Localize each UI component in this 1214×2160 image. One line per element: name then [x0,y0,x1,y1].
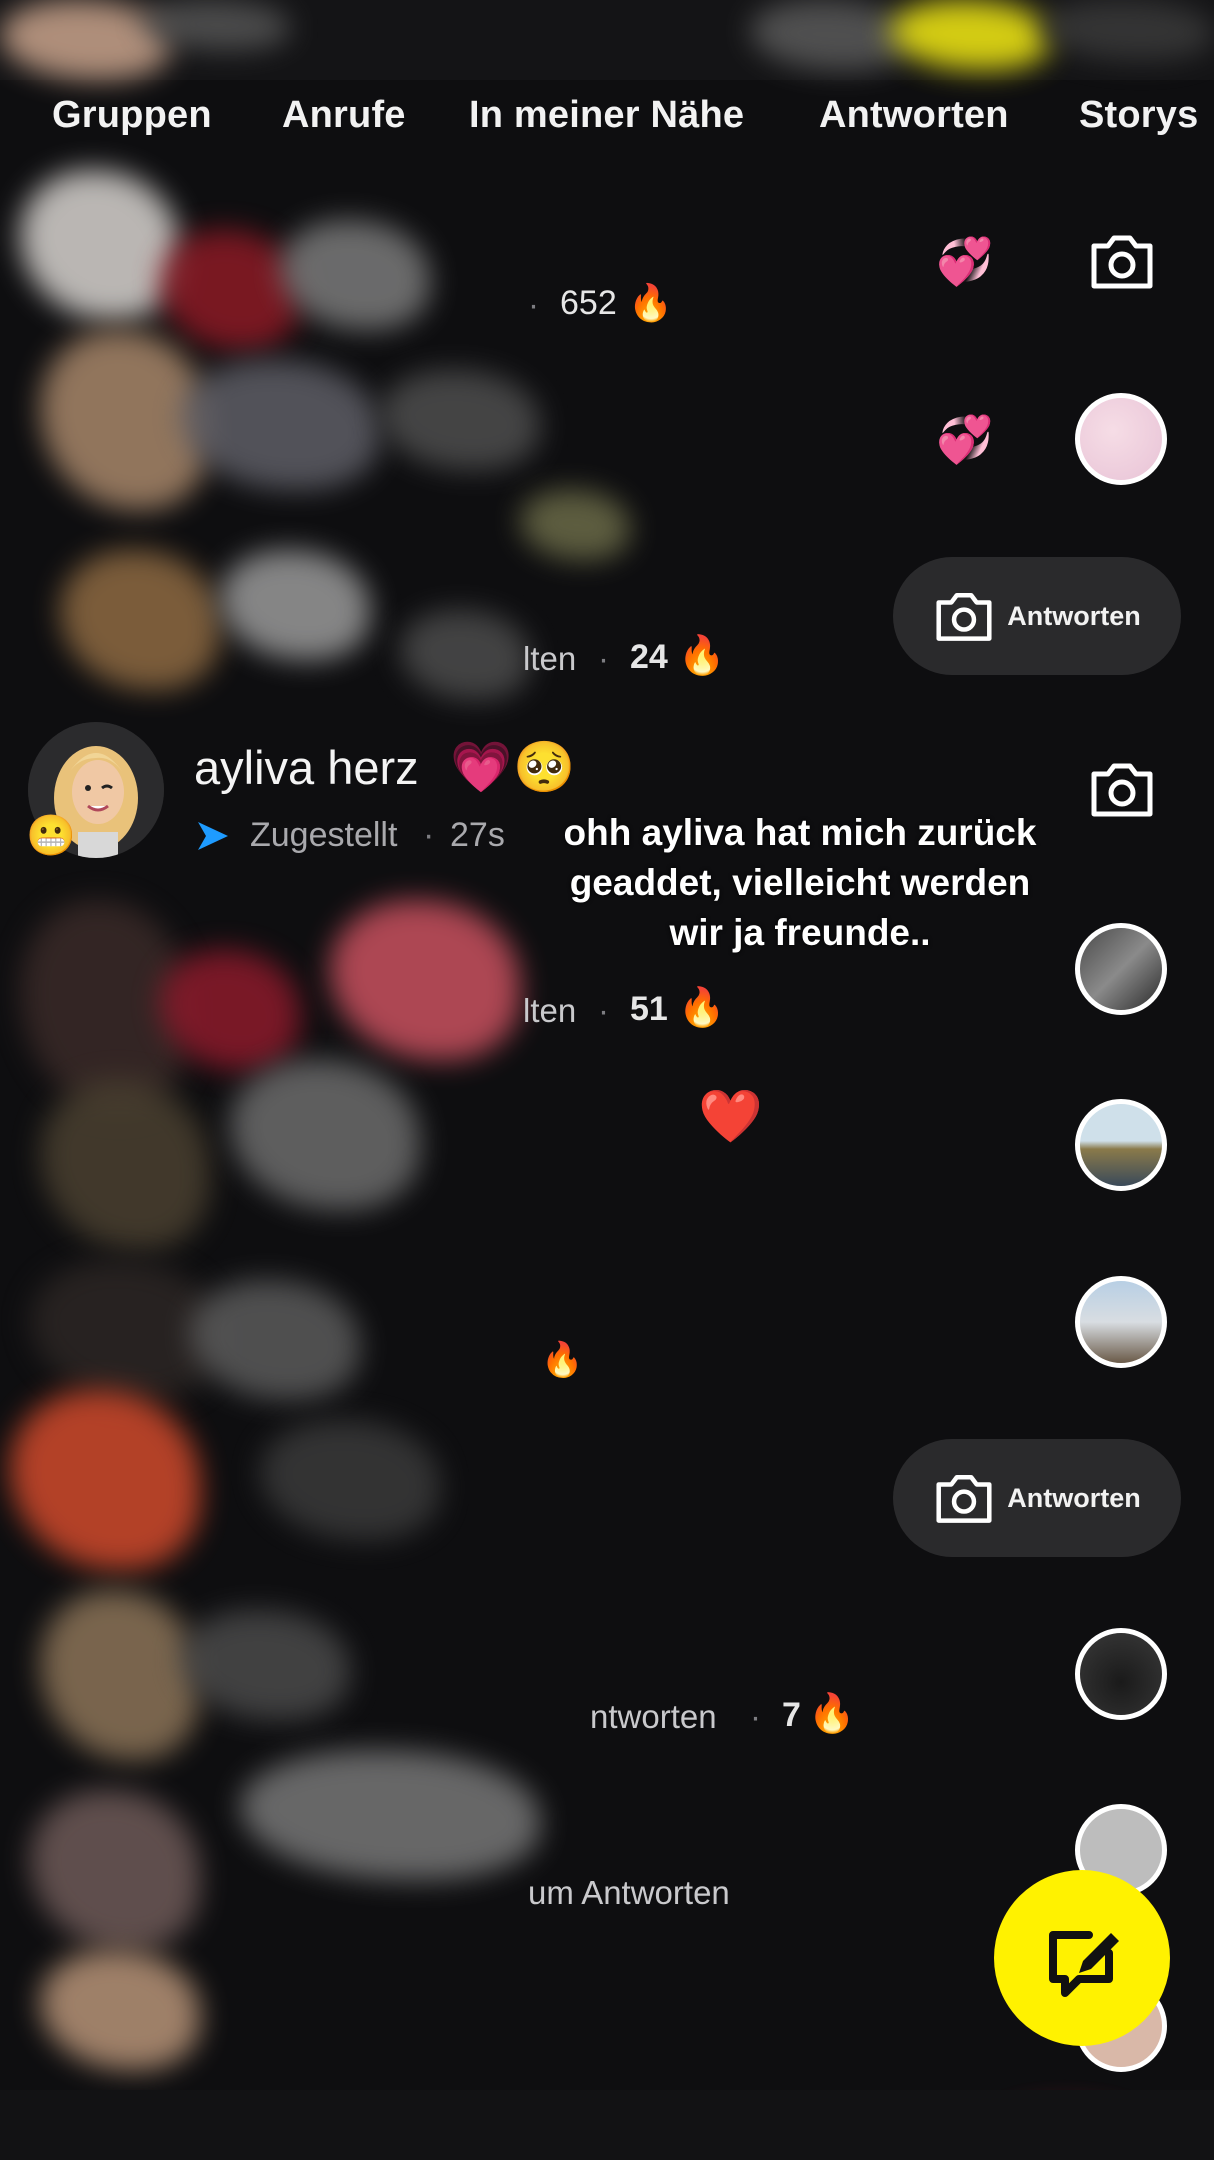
filter-tabs: Gruppen Anrufe In meiner Nähe Antworten … [0,80,1214,152]
fire-icon: 🔥 [678,635,726,677]
red-heart-icon: ❤️ [698,1088,763,1146]
camera-icon[interactable] [1088,758,1156,820]
top-blurred-header [0,0,1214,80]
story-thumbnail[interactable] [1075,1099,1167,1191]
blurred-name [380,370,540,470]
separator-dot: · [598,640,609,677]
tab-antworten[interactable]: Antworten [819,94,1009,137]
streak-count: 51 [630,990,668,1028]
status-text: lten [523,640,577,677]
reply-button[interactable]: Antworten [893,1439,1181,1557]
blurred-avatar [10,1390,200,1570]
blurred-avatar [30,1790,200,1950]
blurred-avatar [40,1080,210,1250]
new-chat-button[interactable] [994,1870,1170,2046]
story-thumbnail[interactable] [1075,1276,1167,1368]
separator-dot: · [423,816,435,854]
chat-name: ayliva herz [194,741,419,794]
story-thumbnail[interactable] [1075,923,1167,1015]
blurred-avatar [160,230,300,350]
delivery-status: Zugestellt [250,816,398,854]
blurred-name [190,1280,360,1400]
status-text: um Antworten [528,1874,730,1911]
blurred-avatar [60,550,220,690]
sparkling-hearts-icon: 💞 [936,413,994,465]
separator-dot: · [598,992,609,1029]
sent-arrow-icon [198,822,228,850]
blurred-status [400,610,530,700]
tab-gruppen[interactable]: Gruppen [52,94,212,137]
blurred-name [240,1750,540,1880]
blurred-avatar [40,1590,200,1760]
blurred-name [180,1610,350,1720]
blurred-avatar [40,1950,200,2070]
grimacing-face-icon: 😬 [26,814,76,858]
blurred-yellow-element [890,0,1050,70]
status-text: lten [523,992,577,1029]
fire-icon: 🔥 [541,1341,584,1379]
streak-count: 24 [630,638,668,676]
tab-anrufe[interactable]: Anrufe [282,94,406,137]
blurred-element [750,0,910,70]
status-text: ntworten [590,1698,717,1735]
blurred-name [260,1420,440,1540]
blurred-avatar [20,170,180,320]
caption-overlay: ohh ayliva hat mich zurück geaddet, viel… [563,812,1037,953]
fire-icon: 🔥 [808,1693,856,1735]
bottom-blurred-strip [0,2090,1214,2160]
separator-dot: · [528,286,539,323]
pink-heart-icon: 💗 [450,739,513,795]
blurred-name [280,220,430,330]
blurred-name [220,550,370,660]
reply-label: Antworten [1007,1482,1141,1513]
blurred-element [1040,0,1214,60]
blurred-name [330,900,520,1060]
fire-icon: 🔥 [628,282,673,323]
pleading-face-icon: 🥺 [513,739,576,795]
streak-count: 652 [560,284,617,322]
tab-storys[interactable]: Storys [1079,94,1198,137]
camera-icon [936,1474,992,1523]
reply-button[interactable]: Antworten [893,557,1181,675]
story-thumbnail[interactable] [1075,393,1167,485]
blurred-name [180,360,380,490]
camera-icon[interactable] [1088,230,1156,292]
blurred-emoji [520,490,630,560]
fire-icon: 🔥 [678,987,726,1029]
blurred-name [230,1060,420,1210]
streak-count: 7 [782,1696,801,1734]
reply-label: Antworten [1007,600,1141,631]
story-thumbnail[interactable] [1075,1628,1167,1720]
camera-icon [936,592,992,641]
timestamp: 27s [450,816,505,854]
separator-dot: · [750,1698,761,1735]
chat-new-icon [1049,1931,1119,1997]
tab-in-meiner-naehe[interactable]: In meiner Nähe [469,94,744,137]
sparkling-hearts-icon: 💞 [936,235,994,287]
